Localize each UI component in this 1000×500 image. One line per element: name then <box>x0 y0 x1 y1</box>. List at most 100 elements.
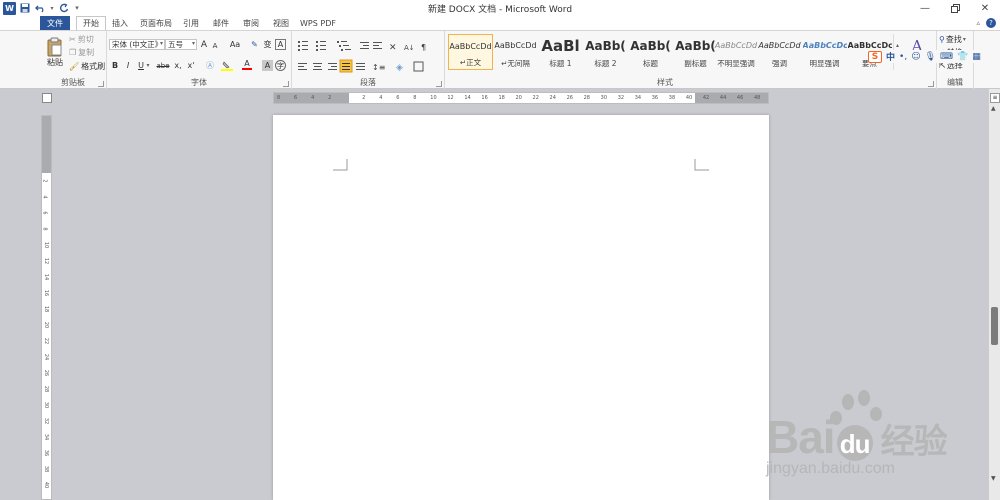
word-window: W ▾ ▾ 新建 DOCX 文档 - Microsoft Word — ✕ 文件… <box>0 0 1000 500</box>
ruler-tick: 10 <box>430 95 437 101</box>
ime-mode-button[interactable]: 中 <box>886 50 895 63</box>
ime-toolbox-icon[interactable]: ▦ <box>972 52 981 62</box>
decrease-indent-button[interactable] <box>357 39 369 51</box>
scissors-icon: ✂ <box>69 35 76 44</box>
phonetic-guide-button[interactable]: 变 <box>262 39 273 50</box>
vertical-ruler[interactable]: 2 4 6 8 10 12 14 16 18 20 22 24 26 28 30 32 34 36 38 40 <box>41 115 52 500</box>
tab-review[interactable]: 审阅 <box>240 16 262 30</box>
clipboard-group: 粘贴 ✂ 剪切 ❐ 复制 🖌 格式刷 剪贴板 <box>40 31 107 89</box>
grow-font-button[interactable]: A <box>199 39 209 50</box>
font-name-combo[interactable]: 宋体 (中文正》 ▾ <box>109 39 165 50</box>
ruler-tick: 34 <box>634 95 642 101</box>
font-launcher-icon[interactable] <box>283 81 289 87</box>
tab-references[interactable]: 引用 <box>180 16 202 30</box>
font-color-button[interactable]: A <box>240 59 254 71</box>
style-item-no-spacing[interactable]: AaBbCcDd ↵无间隔 <box>493 34 538 70</box>
shading-button[interactable] <box>394 60 410 72</box>
ruler-tick: 32 <box>43 417 50 425</box>
style-item-normal[interactable]: AaBbCcDd ↵正文 <box>448 34 493 70</box>
align-left-button[interactable] <box>295 60 309 72</box>
italic-button[interactable]: I <box>123 60 133 71</box>
paragraph-launcher-icon[interactable] <box>436 81 442 87</box>
clipboard-launcher-icon[interactable] <box>98 81 104 87</box>
strikethrough-button[interactable]: abe <box>156 60 170 71</box>
ruler-tick: 2 <box>41 179 48 183</box>
highlight-button[interactable] <box>220 60 234 71</box>
ruler-toggle-icon[interactable]: ≡ <box>990 93 1000 103</box>
subscript-button[interactable]: x, <box>173 60 183 71</box>
find-button[interactable]: ⚲ 查找 ▾ <box>939 34 966 45</box>
font-size-combo[interactable]: 五号 ▾ <box>165 39 197 50</box>
sogou-logo-icon[interactable]: S <box>868 50 882 63</box>
style-item-emphasis[interactable]: AaBbCcDd 强调 <box>757 34 802 70</box>
ime-skin-icon[interactable]: 👕 <box>957 52 968 62</box>
bold-button[interactable]: B <box>110 60 120 71</box>
ime-emoji-icon[interactable]: ☺ <box>911 52 920 62</box>
sort-button[interactable] <box>402 39 414 51</box>
justify-button[interactable] <box>340 60 354 72</box>
tab-selector-icon[interactable] <box>42 93 52 103</box>
paste-button[interactable]: 粘贴 <box>43 34 67 70</box>
increase-indent-button[interactable] <box>371 39 383 51</box>
style-name: 强调 <box>772 59 787 68</box>
horizontal-ruler[interactable]: 8 6 4 2 2 4 6 8 10 12 14 16 18 20 22 24 26 28 30 32 34 36 38 40… <box>273 92 769 104</box>
scroll-up-icon[interactable]: ▲ <box>991 105 996 112</box>
tab-mailings[interactable]: 邮件 <box>210 16 232 30</box>
style-item-title[interactable]: AaBb( 标题 <box>628 34 673 70</box>
help-area: ▵ ? <box>976 18 996 28</box>
style-item-intense-emphasis[interactable]: AaBbCcDc 明显强调 <box>802 34 847 70</box>
align-center-button[interactable] <box>311 60 325 72</box>
styles-launcher-icon[interactable] <box>928 81 934 87</box>
ime-voice-icon[interactable]: 🎙 <box>925 52 936 62</box>
multilevel-list-button[interactable] <box>334 39 352 51</box>
minimize-icon[interactable]: — <box>910 0 940 16</box>
style-item-heading1[interactable]: AaBl 标题 1 <box>538 34 583 70</box>
tab-file[interactable]: 文件 <box>40 16 70 30</box>
help-icon[interactable]: ? <box>986 18 996 28</box>
ime-punctuation-icon[interactable]: •, <box>899 52 907 62</box>
tab-view[interactable]: 视图 <box>270 16 292 30</box>
restore-icon[interactable] <box>940 0 970 16</box>
tab-page-layout[interactable]: 页面布局 <box>138 16 174 30</box>
borders-button[interactable] <box>412 60 428 72</box>
format-painter-button[interactable]: 🖌 格式刷 <box>69 61 105 72</box>
style-name: ↵无间隔 <box>501 59 530 68</box>
ruler-tick: 22 <box>532 95 539 101</box>
ruler-tick: 8 <box>41 227 48 231</box>
align-right-button[interactable] <box>326 60 340 72</box>
character-shading-button[interactable]: A <box>262 60 273 71</box>
ruler-tick: 36 <box>651 95 659 101</box>
style-item-heading2[interactable]: AaBb( 标题 2 <box>583 34 628 70</box>
document-page[interactable] <box>273 115 769 500</box>
ruler-tick: 16 <box>481 95 488 101</box>
clear-format-button[interactable]: ✎ <box>249 39 260 50</box>
chinese-layout-button[interactable] <box>387 39 399 51</box>
enclose-character-button[interactable]: 字 <box>275 60 286 71</box>
cut-button[interactable]: ✂ 剪切 <box>69 34 94 45</box>
distribute-button[interactable] <box>354 60 368 72</box>
tab-home[interactable]: 开始 <box>76 16 106 30</box>
minimize-ribbon-icon[interactable]: ▵ <box>976 19 980 27</box>
copy-button[interactable]: ❐ 复制 <box>69 47 94 58</box>
text-effects-button[interactable]: Ⓐ <box>204 60 216 71</box>
scroll-thumb[interactable] <box>991 307 998 345</box>
change-case-button[interactable]: Aa <box>227 39 243 50</box>
vertical-scrollbar[interactable]: ≡ ▲ ▼ <box>988 89 1000 500</box>
bullets-button[interactable] <box>295 39 309 51</box>
tab-insert[interactable]: 插入 <box>109 16 131 30</box>
ruler-tick: 8 <box>413 95 417 101</box>
style-item-subtle-emphasis[interactable]: AaBbCcDd 不明显强调 <box>712 34 760 70</box>
superscript-button[interactable]: x' <box>186 60 196 71</box>
ruler-tick: 20 <box>515 95 522 101</box>
line-spacing-button[interactable] <box>370 60 390 72</box>
ruler-tick: 38 <box>43 465 50 473</box>
numbering-button[interactable] <box>313 39 327 51</box>
show-marks-button[interactable] <box>418 39 430 51</box>
tab-wps-pdf[interactable]: WPS PDF <box>298 16 338 30</box>
shrink-font-button[interactable]: A <box>210 40 220 51</box>
character-border-button[interactable]: A <box>275 39 286 50</box>
close-icon[interactable]: ✕ <box>970 0 1000 16</box>
ime-keyboard-icon[interactable]: ⌨ <box>940 52 953 62</box>
scroll-down-icon[interactable]: ▼ <box>991 475 996 482</box>
chevron-down-icon[interactable]: ▾ <box>145 60 151 71</box>
